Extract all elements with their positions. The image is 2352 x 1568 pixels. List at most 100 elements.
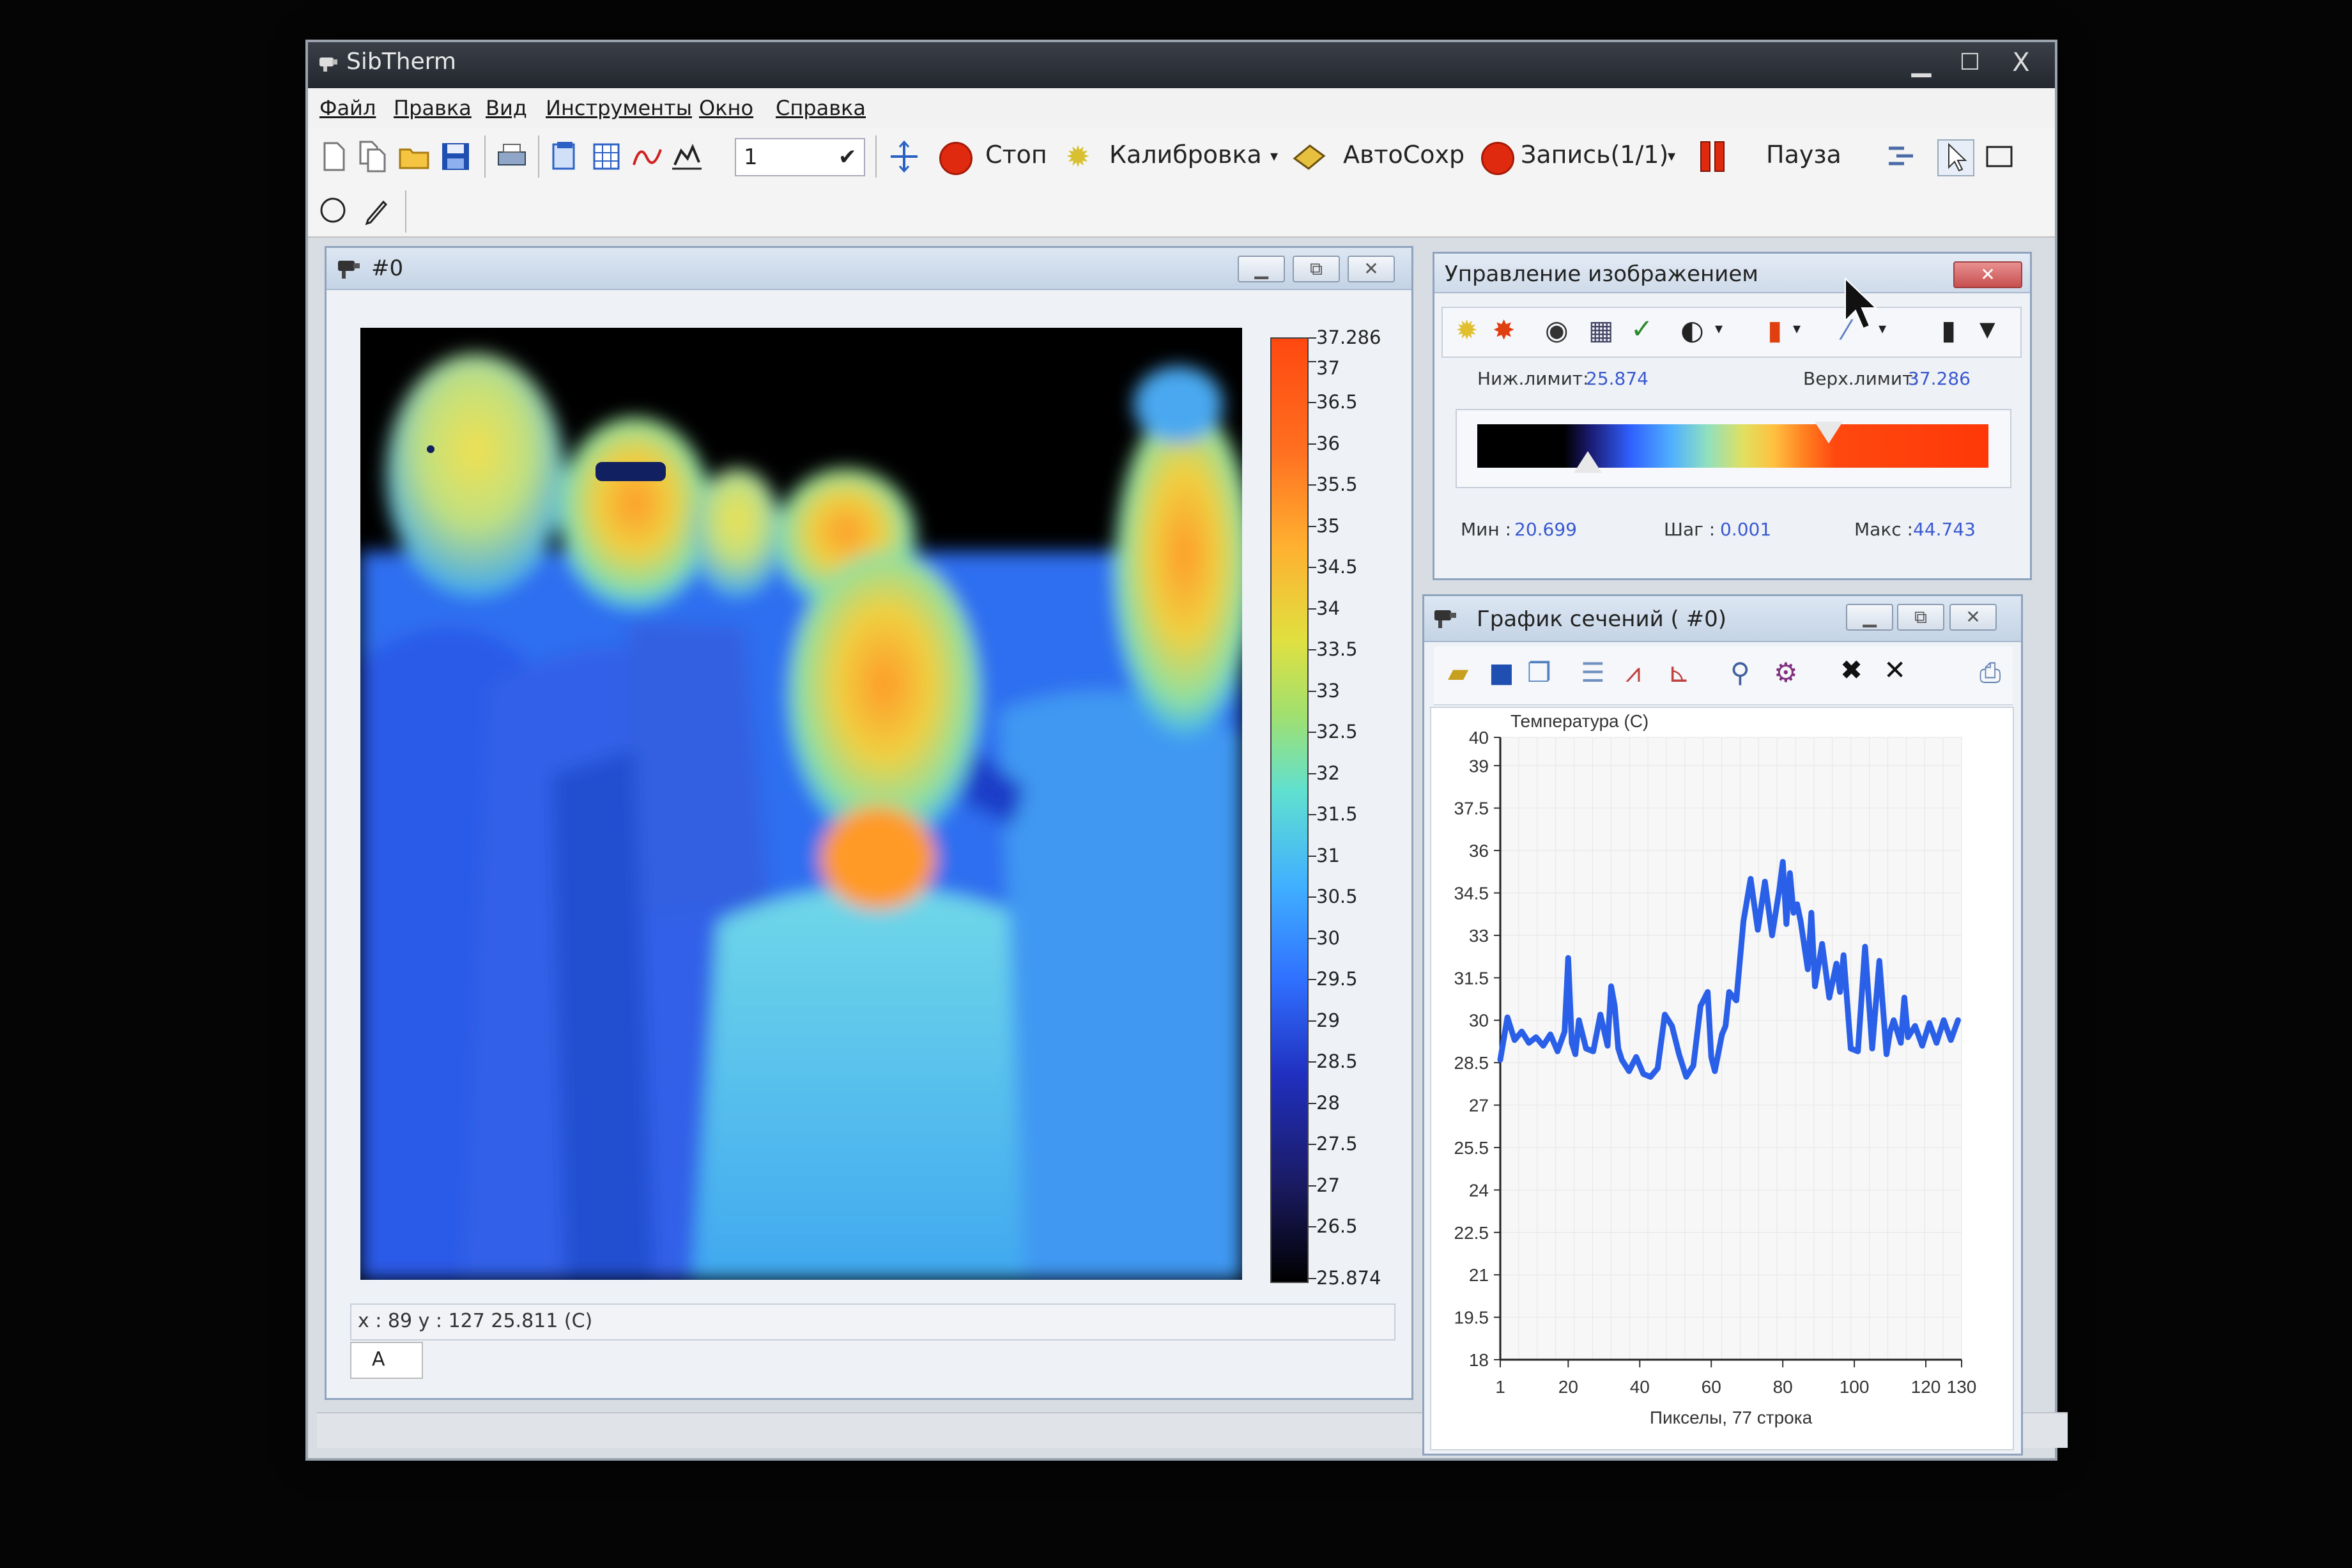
rectangle-icon[interactable] [1982, 139, 2017, 174]
calibration-icon[interactable]: ✹ [1061, 139, 1095, 174]
zoom-icon[interactable]: ⚲ [1730, 657, 1750, 688]
scatter-icon[interactable]: ⊾ [1668, 657, 1690, 688]
step-label: Шаг : [1664, 519, 1716, 540]
chart-minimize-button[interactable]: ▁ [1846, 604, 1893, 631]
thermal-image[interactable] [360, 328, 1255, 1280]
x-tick-label: 60 [1702, 1377, 1721, 1397]
print-icon[interactable] [495, 139, 529, 174]
thermal-minimize-button[interactable]: ▁ [1238, 256, 1285, 282]
profile-icon[interactable] [670, 139, 704, 174]
image-control-toolbar: ✹ ✸ ◉ ▦ ✓ ◐ ▾ ▮ ▾ ⁄ ▾ ▮ ▼ [1441, 307, 2022, 358]
lower-limit-value[interactable]: 25.874 [1586, 368, 1649, 389]
table-icon[interactable]: ☰ [1581, 657, 1605, 688]
save-icon[interactable]: ■ [1489, 657, 1514, 688]
y-tick-label: 34.5 [1454, 884, 1489, 903]
settings-icon[interactable]: ⚙ [1774, 657, 1798, 688]
export-icon[interactable] [548, 139, 583, 174]
scale-tick-mark [1309, 732, 1316, 734]
calibration-button[interactable]: Калибровка [1109, 141, 1262, 169]
chevron-down-icon[interactable]: ▾ [1715, 319, 1723, 337]
copy-icon[interactable]: ❐ [1527, 657, 1551, 688]
save-icon[interactable] [438, 139, 473, 174]
record-icon[interactable] [1481, 142, 1514, 175]
camera-icon [1432, 605, 1461, 633]
palette-icon[interactable]: ◉ [1545, 314, 1569, 346]
thermal-restore-button[interactable]: ⧉ [1293, 256, 1340, 282]
menu-window[interactable]: Окно [699, 96, 753, 120]
menu-tools[interactable]: Инструменты [546, 96, 692, 120]
record-dropdown-icon[interactable]: ▾ [1668, 147, 1675, 165]
chart-restore-button[interactable]: ⧉ [1897, 604, 1944, 631]
cross-section-chart[interactable]: 40 39 37.5 36 34.5 33 31.5 30 28.5 27 25.5 24 22.5 21… [1431, 708, 2013, 1449]
ellipse-icon[interactable] [316, 193, 350, 227]
chevron-down-icon[interactable]: ▾ [1793, 319, 1801, 337]
open-folder-icon[interactable] [397, 139, 432, 174]
menu-file[interactable]: Файл [319, 96, 376, 120]
split-icon[interactable] [887, 139, 921, 174]
pause-icon[interactable] [1696, 139, 1730, 174]
new-file-icon[interactable] [317, 139, 351, 174]
y-tick-label: 21 [1469, 1265, 1489, 1285]
y-tick-label: 19.5 [1454, 1308, 1489, 1328]
clear-all-icon[interactable]: ✖ [1840, 654, 1863, 686]
thermal-close-button[interactable]: ✕ [1348, 256, 1395, 282]
stop-icon[interactable] [939, 142, 972, 175]
scale-tick-label: 32 [1316, 762, 1340, 784]
menu-bar: Файл Правка Вид Инструменты Окно Справка [308, 88, 2055, 128]
y-tick-label: 39 [1469, 756, 1489, 776]
check-icon[interactable]: ✓ [1631, 313, 1653, 344]
print-icon[interactable]: ⎙ [1979, 657, 2001, 689]
scale-tick-mark [1309, 484, 1316, 486]
open-folder-icon[interactable]: ▰ [1448, 657, 1468, 688]
line-chart-icon[interactable]: ⩘ [1626, 657, 1641, 689]
pointer-icon[interactable] [1937, 139, 1974, 176]
image-control-close-button[interactable]: ✕ [1953, 261, 2022, 288]
stop-button[interactable]: Стоп [985, 141, 1047, 169]
frame-select[interactable]: 1 ✔ [735, 138, 865, 176]
autosave-button[interactable]: АвтоСохр [1343, 141, 1464, 169]
y-tick-label: 36 [1469, 841, 1489, 861]
menu-help[interactable]: Справка [776, 96, 866, 120]
dropdown-menu-icon[interactable]: ▼ [1979, 317, 1995, 341]
sun-icon[interactable]: ✹ [1456, 314, 1478, 346]
y-tick-label: 31.5 [1454, 968, 1489, 988]
scale-tick-label: 37 [1316, 357, 1340, 379]
close-button[interactable]: X [1999, 46, 2043, 79]
y-tick-label: 28.5 [1454, 1053, 1489, 1073]
cross-section-title: График сечений ( #0) [1477, 606, 1726, 632]
scale-tick-label: 35 [1316, 514, 1340, 537]
scale-tick-label: 32.5 [1316, 721, 1358, 743]
scale-tick-mark [1309, 608, 1316, 610]
lower-limit-handle[interactable] [1573, 451, 1602, 473]
menu-edit[interactable]: Правка [394, 96, 472, 120]
pencil-icon[interactable] [359, 193, 394, 227]
menu-view[interactable]: Вид [486, 96, 527, 120]
pause-button[interactable]: Пауза [1766, 141, 1841, 169]
y-tick-label: 33 [1469, 926, 1489, 946]
maximize-button[interactable]: ☐ [1948, 46, 1992, 79]
delete-icon[interactable]: ✕ [1884, 654, 1906, 686]
sun-red-icon[interactable]: ✸ [1493, 314, 1515, 346]
column-icon[interactable]: ▮ [1941, 314, 1956, 346]
copy-file-icon[interactable] [355, 139, 390, 174]
scale-tick-label: 28.5 [1316, 1050, 1358, 1073]
grid-icon[interactable] [589, 139, 624, 174]
calibration-dropdown-icon[interactable]: ▾ [1270, 147, 1278, 165]
grid-icon[interactable]: ▦ [1588, 314, 1614, 346]
thermal-status-bar: x : 89 y : 127 25.811 (C) [350, 1303, 1395, 1341]
upper-limit-handle[interactable] [1815, 422, 1843, 443]
invert-icon[interactable]: ◐ [1680, 314, 1704, 346]
x-tick-label: 100 [1840, 1377, 1870, 1397]
chart-close-button[interactable]: ✕ [1949, 604, 1997, 631]
minimize-button[interactable]: ▁ [1899, 46, 1944, 79]
curve-icon[interactable] [630, 139, 665, 174]
record-button[interactable]: Запись(1/1) [1521, 141, 1668, 169]
upper-limit-value[interactable]: 37.286 [1908, 368, 1971, 389]
y-tick-label: 25.5 [1454, 1138, 1489, 1158]
autosave-icon[interactable] [1292, 139, 1326, 174]
layout-icon[interactable] [1884, 139, 1918, 174]
x-tick-label: 40 [1630, 1377, 1650, 1397]
tab-a[interactable]: A [350, 1342, 423, 1379]
scale-tick-mark [1309, 772, 1316, 774]
color-palette-icon[interactable]: ▮ [1767, 314, 1782, 346]
